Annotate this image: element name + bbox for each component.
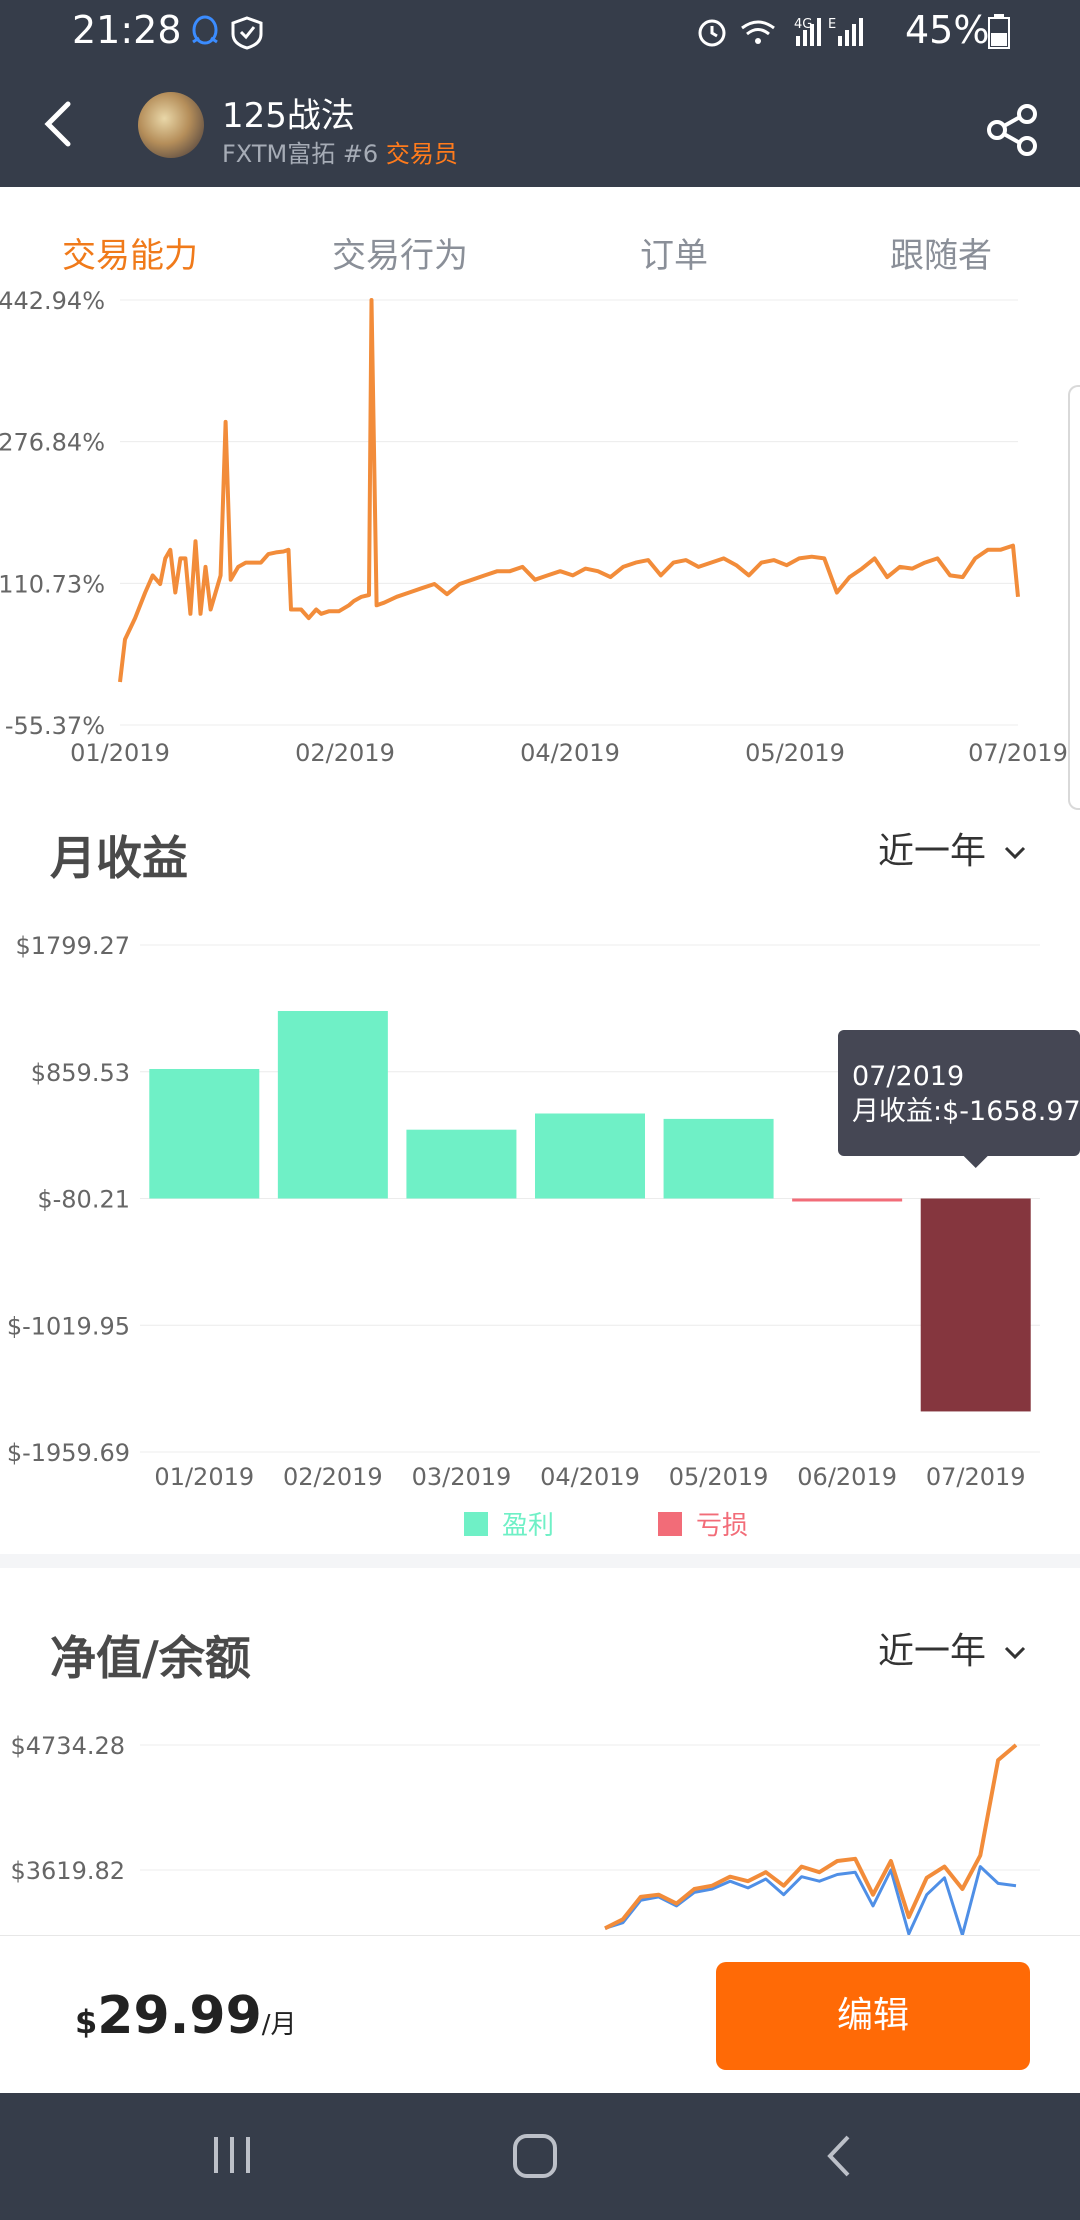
- equity-title: 净值/余额: [50, 1631, 251, 1685]
- y-tick-label: 276.84%: [0, 429, 105, 457]
- monthly-title: 月收益: [50, 831, 188, 885]
- chevron-down-icon: [1005, 1646, 1026, 1660]
- tab-followers[interactable]: 跟随者: [890, 228, 992, 277]
- qq-icon: [192, 15, 218, 45]
- subscription-price: $29.99/月: [75, 1986, 297, 2046]
- x-tick-label: 04/2019: [520, 739, 620, 767]
- battery-icon: [988, 14, 1010, 49]
- back-arrow-icon[interactable]: [30, 94, 90, 154]
- status-right-icons: 4G E: [698, 17, 863, 47]
- y-tick-label: $-80.21: [37, 1186, 130, 1214]
- x-tick-label: 07/2019: [968, 739, 1068, 767]
- bar: [277, 1010, 388, 1199]
- edit-button[interactable]: 编辑: [716, 1962, 1030, 2070]
- growth-series-line: [118, 298, 1020, 683]
- y-tick-label: $4734.28: [10, 1732, 125, 1760]
- y-tick-label: $-1959.69: [7, 1439, 130, 1467]
- shield-icon: [231, 16, 263, 50]
- tab-bar: 交易能力 交易行为 订单 跟随者: [0, 196, 1080, 304]
- x-tick-label: 05/2019: [745, 739, 845, 767]
- trader-name: 125战法: [222, 96, 355, 136]
- tooltip-date: 07/2019: [852, 1061, 964, 1092]
- wifi-icon: [741, 20, 775, 44]
- x-tick-label: 04/2019: [540, 1463, 640, 1491]
- price-amount: 29.99: [97, 1986, 262, 2046]
- tab-trading-ability[interactable]: 交易能力: [62, 228, 198, 277]
- y-tick-label: $-1019.95: [7, 1312, 130, 1340]
- x-tick-label: 07/2019: [926, 1463, 1026, 1491]
- chevron-down-icon: [1005, 846, 1026, 860]
- monthly-bar-chart: $1799.27 $859.53 $-80.21 $-1019.95 $-1959.69…: [7, 932, 1080, 1541]
- system-navigation-bar: [0, 2093, 1080, 2220]
- y-tick-label: $859.53: [31, 1059, 130, 1087]
- y-tick-label: $3619.82: [10, 1857, 125, 1885]
- bar: [920, 1198, 1031, 1412]
- tooltip-box: [838, 1030, 1080, 1156]
- y-tick-label: 442.94%: [0, 290, 105, 315]
- back-icon[interactable]: [820, 2133, 860, 2179]
- status-bar: 21:28 4G E 45%: [0, 0, 1080, 64]
- bar: [663, 1118, 774, 1199]
- legend-swatch-loss: [658, 1512, 682, 1536]
- alarm-icon: [698, 19, 726, 47]
- x-tick-label: 05/2019: [669, 1463, 769, 1491]
- signal-icon: E: [828, 17, 863, 46]
- svg-text:E: E: [828, 17, 836, 32]
- y-tick-label: -55.37%: [5, 712, 105, 740]
- x-tick-label: 01/2019: [70, 739, 170, 767]
- home-icon[interactable]: [512, 2133, 558, 2179]
- trader-subtitle: FXTM富拓 #6 交易员: [222, 134, 458, 169]
- app-header: 125战法 FXTM富拓 #6 交易员: [0, 64, 1080, 187]
- bar: [535, 1113, 645, 1199]
- equity-range-label: 近一年: [878, 1631, 987, 1672]
- status-time: 21:28: [72, 8, 182, 52]
- equity-line-chart: $4734.28 $3619.82: [10, 1732, 1040, 1935]
- y-tick-label: $1799.27: [15, 932, 130, 960]
- recent-apps-icon[interactable]: [210, 2133, 254, 2177]
- growth-line-chart: 442.94% 276.84% 110.73% -55.37%01/2019 02/20…: [0, 290, 1068, 767]
- broker-account: FXTM富拓 #6: [222, 140, 379, 168]
- share-icon[interactable]: [985, 102, 1041, 158]
- section-divider: [0, 1554, 1080, 1568]
- equity-series-line: [604, 1743, 1018, 1931]
- legend-label-profit: 盈利: [502, 1511, 554, 1541]
- y-tick-label: 110.73%: [0, 570, 105, 598]
- battery-percent: 45%: [905, 8, 990, 52]
- bar: [792, 1198, 903, 1202]
- status-left-icons: [192, 15, 263, 50]
- x-tick-label: 03/2019: [412, 1463, 512, 1491]
- monthly-range-select[interactable]: 近一年: [878, 822, 1027, 874]
- tooltip-pointer: [963, 1156, 988, 1168]
- tab-orders[interactable]: 订单: [640, 228, 708, 277]
- legend-label-loss: 亏损: [696, 1511, 748, 1541]
- subscription-bar: $29.99/月 编辑: [0, 1935, 1080, 2093]
- tooltip-value: 月收益:$-1658.97: [852, 1096, 1080, 1127]
- tab-trading-behavior[interactable]: 交易行为: [332, 228, 468, 277]
- legend-swatch-profit: [464, 1512, 488, 1536]
- avatar[interactable]: [138, 92, 204, 158]
- price-period: /月: [261, 2010, 297, 2040]
- role-badge: 交易员: [385, 140, 458, 168]
- bar: [149, 1068, 260, 1199]
- equity-range-select[interactable]: 近一年: [878, 1622, 1027, 1674]
- x-tick-label: 02/2019: [283, 1463, 383, 1491]
- x-tick-label: 06/2019: [797, 1463, 897, 1491]
- x-tick-label: 01/2019: [154, 1463, 254, 1491]
- price-currency: $: [75, 2003, 98, 2041]
- monthly-range-label: 近一年: [878, 831, 987, 872]
- bar: [406, 1129, 517, 1199]
- x-tick-label: 02/2019: [295, 739, 395, 767]
- network-label: 4G: [794, 17, 812, 32]
